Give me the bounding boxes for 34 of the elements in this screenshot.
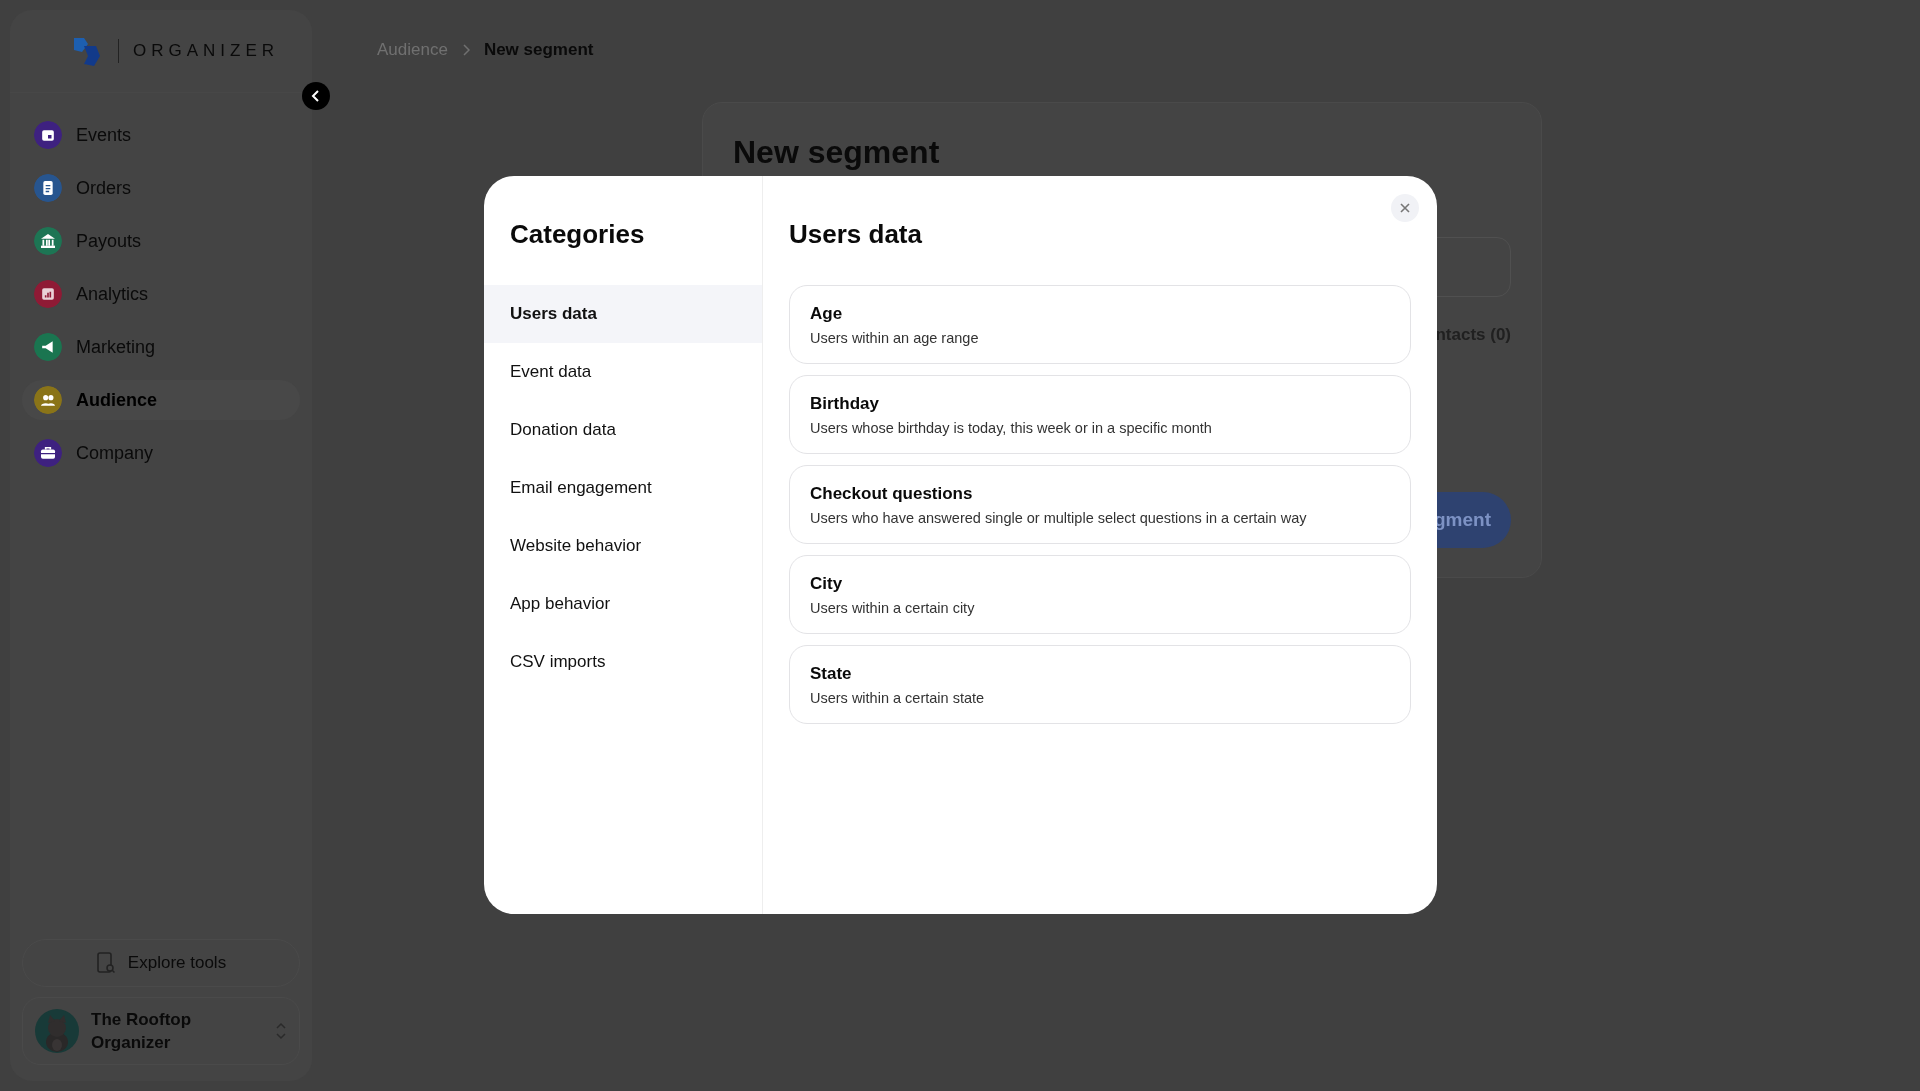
option-title: Birthday bbox=[810, 393, 880, 414]
option-description: Users within a certain city bbox=[810, 599, 976, 616]
chevron-left-icon bbox=[311, 90, 321, 102]
option-card[interactable]: State Users within a certain state bbox=[789, 645, 1411, 724]
option-description: Users within a certain state bbox=[810, 689, 986, 706]
organization-name: The Rooftop Organizer bbox=[91, 1009, 193, 1054]
chevron-right-icon bbox=[461, 44, 470, 56]
option-card[interactable]: Checkout questions Users who have answered single or multiple select questions in a certain way bbox=[789, 465, 1411, 544]
category-item[interactable]: Event data bbox=[484, 343, 762, 401]
option-description: Users within an age range bbox=[810, 329, 980, 346]
option-card[interactable]: Age Users within an age range bbox=[789, 285, 1411, 364]
option-title: Age bbox=[810, 303, 844, 324]
option-title: State bbox=[810, 663, 853, 684]
category-item[interactable]: Website behavior bbox=[484, 517, 762, 575]
option-description: Users who have answered single or multiple select questions in a certain way bbox=[810, 509, 1308, 526]
category-item[interactable]: App behavior bbox=[484, 575, 762, 633]
logo-text: ORGANIZER bbox=[133, 41, 280, 61]
category-item[interactable]: Email engagement bbox=[484, 459, 762, 517]
option-title: City bbox=[810, 573, 844, 594]
option-description: Users whose birthday is today, this week or in a specific month bbox=[810, 419, 1213, 436]
option-title: Checkout questions bbox=[810, 483, 974, 504]
close-button[interactable] bbox=[1391, 194, 1419, 222]
chevron-up-down-icon bbox=[275, 1021, 287, 1041]
section-title: Users data bbox=[789, 219, 923, 249]
category-item[interactable]: Users data bbox=[484, 285, 762, 343]
collapse-sidebar-button[interactable] bbox=[302, 82, 330, 110]
option-card[interactable]: Birthday Users whose birthday is today, this week or in a specific month bbox=[789, 375, 1411, 454]
tablet-search-icon bbox=[95, 952, 116, 974]
close-icon bbox=[1400, 203, 1410, 213]
category-item[interactable]: CSV imports bbox=[484, 633, 762, 691]
category-item[interactable]: Donation data bbox=[484, 401, 762, 459]
categories-title: Categories bbox=[510, 219, 646, 249]
page-title: New segment bbox=[733, 133, 941, 172]
option-card[interactable]: City Users within a certain city bbox=[789, 555, 1411, 634]
